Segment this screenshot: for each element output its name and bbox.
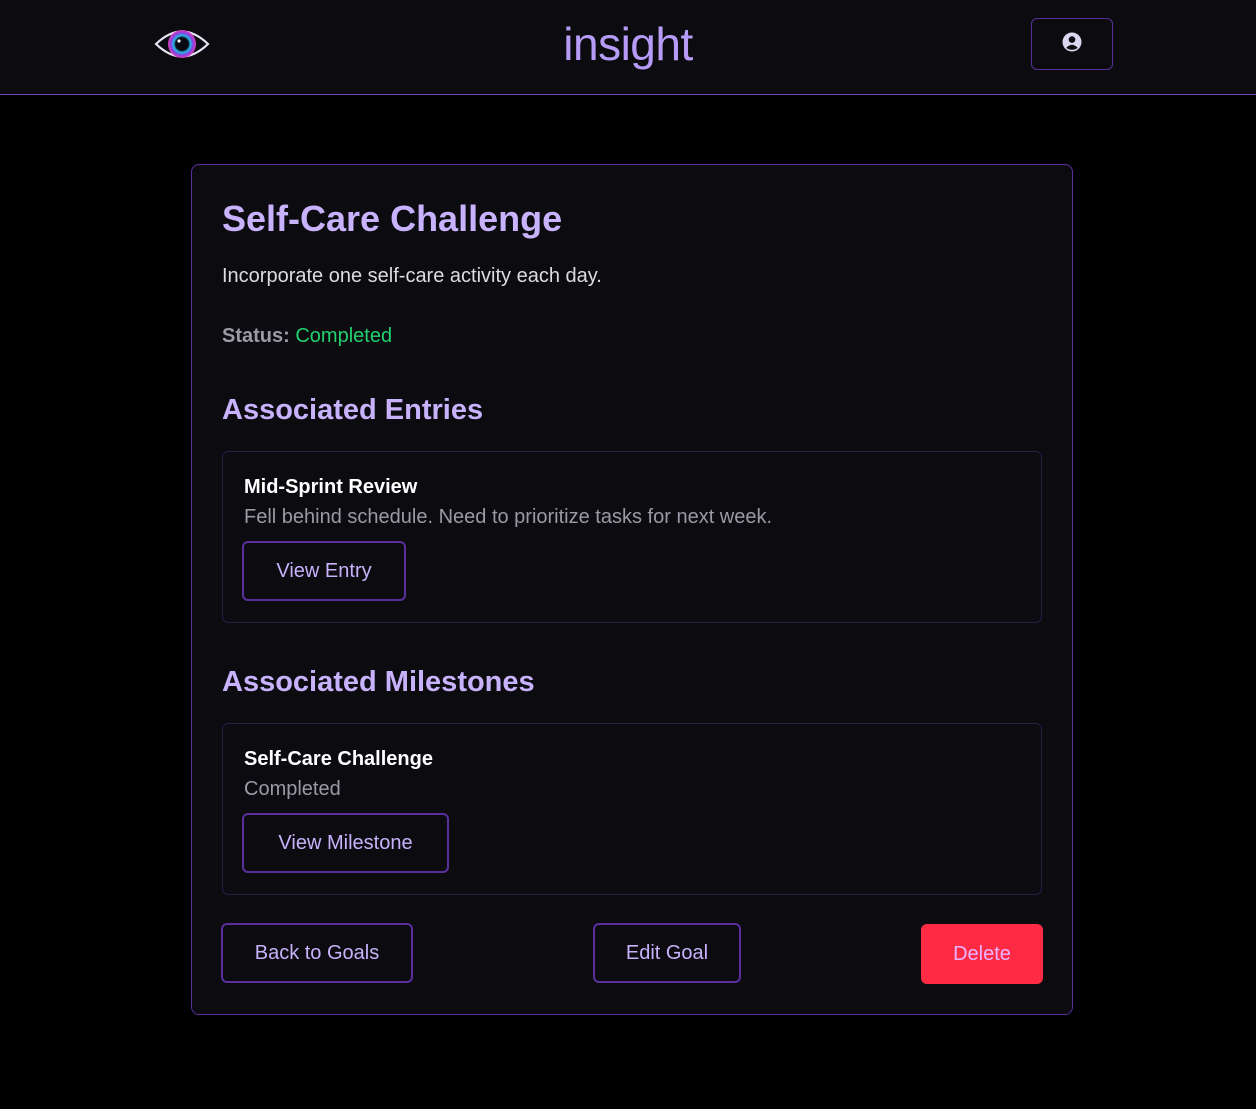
top-navbar: insight (0, 0, 1256, 95)
delete-button[interactable]: Delete (921, 924, 1043, 984)
milestones-heading: Associated Milestones (222, 666, 535, 698)
entries-heading: Associated Entries (222, 394, 484, 426)
back-to-goals-button[interactable]: Back to Goals (221, 923, 413, 983)
entry-summary: Fell behind schedule. Need to prioritize… (244, 506, 773, 528)
status-value: Completed (295, 325, 393, 347)
goal-detail-card: Self-Care Challenge Incorporate one self… (191, 164, 1073, 1015)
entry-title: Mid-Sprint Review (244, 476, 418, 498)
goal-title: Self-Care Challenge (222, 198, 563, 239)
user-circle-icon (1062, 32, 1082, 57)
milestone-status: Completed (244, 778, 341, 800)
entry-card: Mid-Sprint Review Fell behind schedule. … (222, 451, 1042, 623)
goal-status: Status: Completed (222, 323, 392, 349)
milestone-card: Self-Care Challenge Completed View Miles… (222, 723, 1042, 895)
view-entry-button[interactable]: View Entry (242, 541, 406, 601)
status-label: Status: (222, 325, 290, 347)
profile-button[interactable] (1031, 18, 1113, 70)
edit-goal-button[interactable]: Edit Goal (593, 923, 741, 983)
view-milestone-button[interactable]: View Milestone (242, 813, 449, 873)
goal-description: Incorporate one self-care activity each … (222, 265, 602, 287)
milestone-title: Self-Care Challenge (244, 748, 433, 770)
